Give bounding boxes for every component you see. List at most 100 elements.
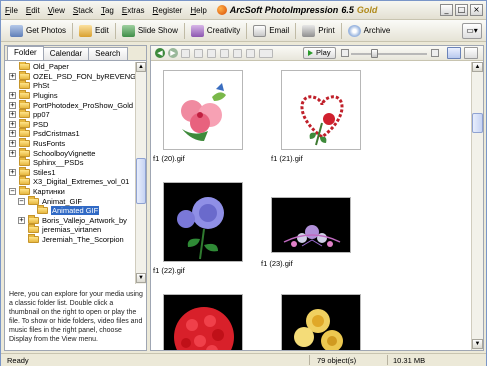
- toolbar-separator: [183, 22, 185, 39]
- folder-tree-scrollbar[interactable]: ▲ ▼: [135, 62, 146, 284]
- detail-view-button[interactable]: [464, 47, 478, 59]
- expand-icon[interactable]: +: [9, 120, 16, 128]
- expand-icon[interactable]: +: [9, 140, 16, 148]
- tree-node[interactable]: − Картинки: [5, 186, 135, 197]
- print-button[interactable]: Print: [297, 22, 339, 40]
- menu-register[interactable]: Register: [149, 6, 187, 15]
- scroll-thumb[interactable]: [136, 158, 146, 204]
- creativity-button[interactable]: Creativity: [186, 22, 245, 40]
- zoom-slider-track[interactable]: [351, 53, 427, 55]
- thumbnail-image: [283, 225, 341, 247]
- folder-icon: [28, 214, 39, 224]
- edit-button[interactable]: Edit: [74, 22, 114, 40]
- tree-node-label: OZEL_PSD_FON_byREVENGE: [33, 71, 135, 81]
- archive-button[interactable]: Archive: [343, 22, 396, 40]
- print-label: Print: [318, 26, 335, 35]
- get-photos-label: Get Photos: [26, 26, 67, 35]
- menu-help[interactable]: Help: [186, 6, 210, 15]
- photo-thumbnail[interactable]: [163, 70, 243, 150]
- expand-icon[interactable]: +: [9, 130, 16, 138]
- slide-show-label: Slide Show: [137, 26, 178, 35]
- folder-tree: Old_Paper + OZEL_PSD_FON_byREVENGE PhSt + Plu…: [5, 62, 135, 284]
- minimize-button[interactable]: _: [440, 4, 453, 16]
- expand-icon[interactable]: +: [9, 111, 16, 119]
- back-icon[interactable]: ◀: [155, 48, 165, 58]
- tab-folder[interactable]: Folder: [7, 46, 44, 60]
- photo-thumbnail[interactable]: [271, 197, 351, 253]
- photo-thumbnail[interactable]: [163, 294, 243, 350]
- close-button[interactable]: ×: [470, 4, 483, 16]
- menu-file[interactable]: File: [1, 6, 22, 15]
- thumbnail-view-button[interactable]: [447, 47, 461, 59]
- zoom-in-icon[interactable]: [431, 49, 439, 57]
- rotate-right-icon[interactable]: [194, 48, 203, 58]
- zoom-slider-knob[interactable]: [371, 49, 378, 58]
- menu-extras[interactable]: Extras: [118, 6, 149, 15]
- folder-icon: [28, 224, 39, 234]
- tree-node-label: Jeremiah_The_Scorpion: [42, 234, 124, 244]
- thumbnail-image: [174, 307, 234, 350]
- tab-calendar[interactable]: Calendar: [42, 47, 90, 60]
- print-icon: [302, 24, 316, 37]
- delete-icon[interactable]: [233, 48, 242, 58]
- tree-spacer: [9, 178, 16, 186]
- menu-stack[interactable]: Stack: [69, 6, 97, 15]
- total-size: 10.31 MB: [393, 356, 426, 365]
- tree-node[interactable]: + Boris_Vallejo_Artwork_by: [5, 214, 135, 226]
- thumbnail-grid: f1 (20).gif f1 (21).gif f1 (22).gif f1 (23)…: [151, 62, 471, 350]
- tab-search[interactable]: Search: [88, 47, 128, 60]
- tree-spacer: [9, 159, 16, 167]
- expand-icon[interactable]: +: [9, 92, 16, 100]
- object-count: 79 object(s): [317, 356, 357, 365]
- forward-icon[interactable]: ▶: [168, 48, 178, 58]
- expand-icon[interactable]: +: [9, 101, 16, 109]
- tree-node-label: Картинки: [33, 187, 65, 197]
- expand-icon[interactable]: +: [9, 168, 16, 176]
- folder-icon: [19, 138, 30, 148]
- menu-edit[interactable]: Edit: [22, 6, 44, 15]
- folder-icon: [19, 62, 30, 71]
- scroll-down-button[interactable]: ▼: [472, 339, 483, 349]
- tree-node[interactable]: Jeremiah_The_Scorpion: [5, 233, 135, 245]
- menu-tag[interactable]: Tag: [97, 6, 118, 15]
- folder-icon: [19, 90, 30, 100]
- collapse-icon[interactable]: −: [9, 188, 16, 196]
- email-button[interactable]: Email: [248, 22, 294, 40]
- tree-node[interactable]: jeremias_virtanen: [5, 224, 135, 235]
- thumbnail-scrollbar[interactable]: ▲ ▼: [471, 62, 483, 350]
- paste-icon[interactable]: [220, 48, 229, 58]
- get-photos-button[interactable]: Get Photos: [5, 22, 71, 40]
- app-title: ArcSoft PhotoImpression 6.5 Gold: [216, 5, 377, 15]
- photo-thumbnail[interactable]: [281, 70, 361, 150]
- scroll-thumb[interactable]: [472, 113, 483, 133]
- scroll-down-button[interactable]: ▼: [136, 273, 146, 283]
- rotate-left-icon[interactable]: [181, 48, 190, 58]
- photo-thumbnail[interactable]: [163, 182, 243, 262]
- toolbar-separator: [72, 22, 74, 39]
- copy-icon[interactable]: [207, 48, 216, 58]
- tree-node[interactable]: Animated GIF: [5, 205, 135, 216]
- layout-menu-button[interactable]: ▭▾: [462, 23, 482, 39]
- display-menu-icon[interactable]: [259, 48, 273, 58]
- collapse-icon[interactable]: −: [18, 197, 25, 205]
- menu-view[interactable]: View: [44, 6, 69, 15]
- slide-show-button[interactable]: Slide Show: [117, 22, 183, 40]
- menu-bar: File Edit View Stack Tag Extras Register Help A…: [1, 1, 486, 20]
- menu-label-rest: elp: [196, 5, 207, 15]
- tree-node[interactable]: − Animat_GIF: [5, 195, 135, 206]
- properties-icon[interactable]: [246, 48, 255, 58]
- tree-node-label: PhSt: [33, 81, 50, 91]
- zoom-out-icon[interactable]: [341, 49, 349, 57]
- scroll-up-button[interactable]: ▲: [136, 62, 146, 72]
- photo-thumbnail[interactable]: [281, 294, 361, 350]
- menu-label-rest: ile: [9, 5, 18, 15]
- expand-icon[interactable]: +: [9, 72, 16, 80]
- expand-icon[interactable]: +: [18, 216, 25, 224]
- thumbnail-image: [177, 197, 224, 260]
- expand-icon[interactable]: +: [9, 149, 16, 157]
- thumbnail-filename: f1 (22).gif: [153, 266, 185, 275]
- menu-label-rest: egister: [158, 5, 183, 15]
- scroll-up-button[interactable]: ▲: [472, 62, 483, 72]
- maximize-button[interactable]: □: [455, 4, 468, 16]
- play-button[interactable]: Play: [303, 47, 336, 59]
